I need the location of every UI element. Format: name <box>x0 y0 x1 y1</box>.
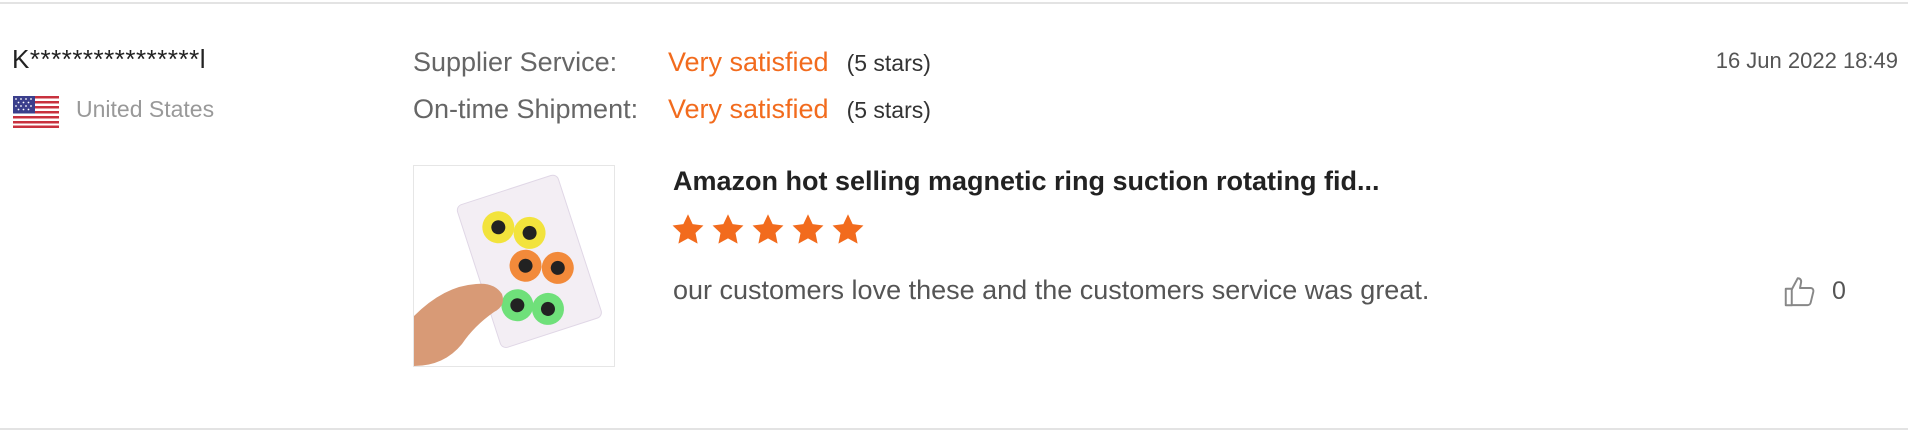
star-rating <box>670 212 866 248</box>
rating-stars-text: (5 stars) <box>846 50 931 76</box>
rating-value: Very satisfied <box>668 94 829 124</box>
top-divider <box>0 2 1908 4</box>
reviewer-name: K****************l <box>12 44 207 74</box>
supplier-service-rating: Supplier Service: Very satisfied (5 star… <box>413 47 931 78</box>
product-image <box>414 166 614 366</box>
like-button[interactable]: 0 <box>1782 273 1846 309</box>
reviewer-country: United States <box>76 96 215 122</box>
like-count: 0 <box>1832 276 1846 305</box>
star-icon <box>712 214 744 244</box>
review-date: 16 Jun 2022 18:49 <box>1715 48 1898 73</box>
us-flag-icon <box>13 96 59 128</box>
star-icon <box>672 214 704 244</box>
star-icon <box>832 214 864 244</box>
review-comment: our customers love these and the custome… <box>673 275 1430 305</box>
ontime-shipment-rating: On-time Shipment: Very satisfied (5 star… <box>413 94 931 125</box>
star-icon <box>752 214 784 244</box>
rating-label: On-time Shipment: <box>413 94 639 124</box>
product-thumbnail[interactable] <box>413 165 615 367</box>
thumbs-up-icon[interactable] <box>1782 273 1818 309</box>
product-title[interactable]: Amazon hot selling magnetic ring suction… <box>673 166 1380 197</box>
star-icon <box>792 214 824 244</box>
rating-stars-text: (5 stars) <box>846 97 931 123</box>
rating-value: Very satisfied <box>668 47 829 77</box>
rating-label: Supplier Service: <box>413 47 618 77</box>
